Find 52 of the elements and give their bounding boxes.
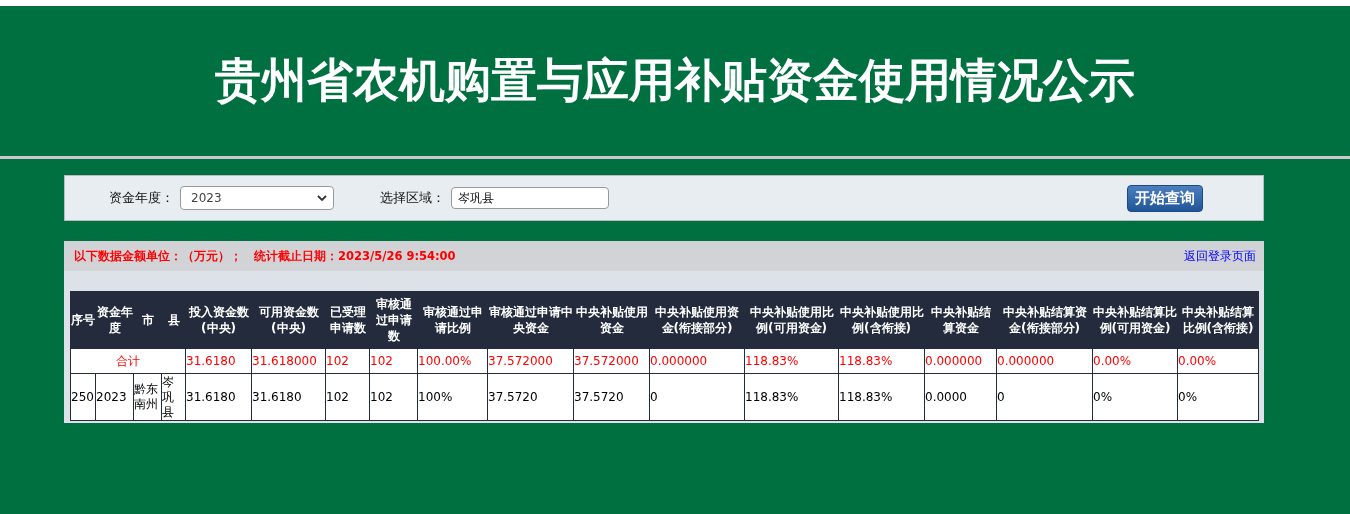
table-cell: 0% <box>1092 373 1178 421</box>
column-header: 审核通过申请数 <box>369 291 418 349</box>
column-header: 审核通过申请中央资金 <box>487 291 574 349</box>
table-cell: 2023 <box>95 373 134 421</box>
table-cell: 31.6180 <box>251 373 326 421</box>
page-title: 贵州省农机购置与应用补贴资金使用情况公示 <box>215 52 1135 109</box>
total-label: 合计 <box>70 348 186 374</box>
column-header: 中央补贴结算比例(可用资金) <box>1092 291 1178 349</box>
table-cell: 31.6180 <box>185 373 252 421</box>
table-cell: 102 <box>325 373 370 421</box>
table-cell: 0.000000 <box>649 348 745 374</box>
column-header: 审核通过申请比例 <box>417 291 488 349</box>
table-cell: 0% <box>1177 373 1259 421</box>
table-cell: 37.572000 <box>487 348 574 374</box>
column-header: 市 <box>133 291 162 349</box>
column-header: 投入资金数(中央) <box>185 291 252 349</box>
table-cell: 100% <box>417 373 488 421</box>
table-cell: 37.5720 <box>487 373 574 421</box>
column-header: 资金年度 <box>95 291 134 349</box>
table-cell: 0 <box>649 373 745 421</box>
column-header: 中央补贴使用资金 <box>573 291 650 349</box>
column-header: 县 <box>161 291 186 349</box>
filter-label: 资金年度： <box>109 189 174 207</box>
table-cell: 118.83% <box>838 348 925 374</box>
column-header: 序号 <box>70 291 96 349</box>
table-cell: 118.83% <box>744 373 839 421</box>
table-cell: 37.5720 <box>573 373 650 421</box>
filter-label: 选择区域： <box>380 189 445 207</box>
table-cell: 0.000000 <box>996 348 1093 374</box>
table-cell: 102 <box>369 373 418 421</box>
table-cell: 118.83% <box>838 373 925 421</box>
column-header: 已受理申请数 <box>325 291 370 349</box>
back-link[interactable]: 返回登录页面 <box>1184 247 1256 265</box>
table-cell: 118.83% <box>744 348 839 374</box>
column-header: 中央补贴使用比例(含衔接) <box>838 291 925 349</box>
region-input[interactable]: 岑巩县 <box>451 187 609 209</box>
unit-notice: 以下数据金额单位：（万元）； <box>74 248 242 264</box>
table-cell: 0 <box>996 373 1093 421</box>
column-header: 可用资金数(中央) <box>251 291 326 349</box>
column-header: 中央补贴使用资金(衔接部分) <box>649 291 745 349</box>
column-header: 中央补贴结算资金 <box>924 291 997 349</box>
chevron-icon <box>317 194 327 202</box>
table-cell: 250 <box>70 373 96 421</box>
table-cell: 0.00% <box>1177 348 1259 374</box>
column-header: 中央补贴结算资金(衔接部分) <box>996 291 1093 349</box>
column-header: 中央补贴结算比例(含衔接) <box>1177 291 1259 349</box>
query-button[interactable]: 开始查询 <box>1127 184 1203 212</box>
column-header: 中央补贴使用比例(可用资金) <box>744 291 839 349</box>
date-notice: 统计截止日期：2023/5/26 9:54:00 <box>254 248 456 264</box>
table-cell: 0.00% <box>1092 348 1178 374</box>
table-cell: 0.0000 <box>924 373 997 421</box>
year-select[interactable]: 2023 <box>180 186 334 210</box>
